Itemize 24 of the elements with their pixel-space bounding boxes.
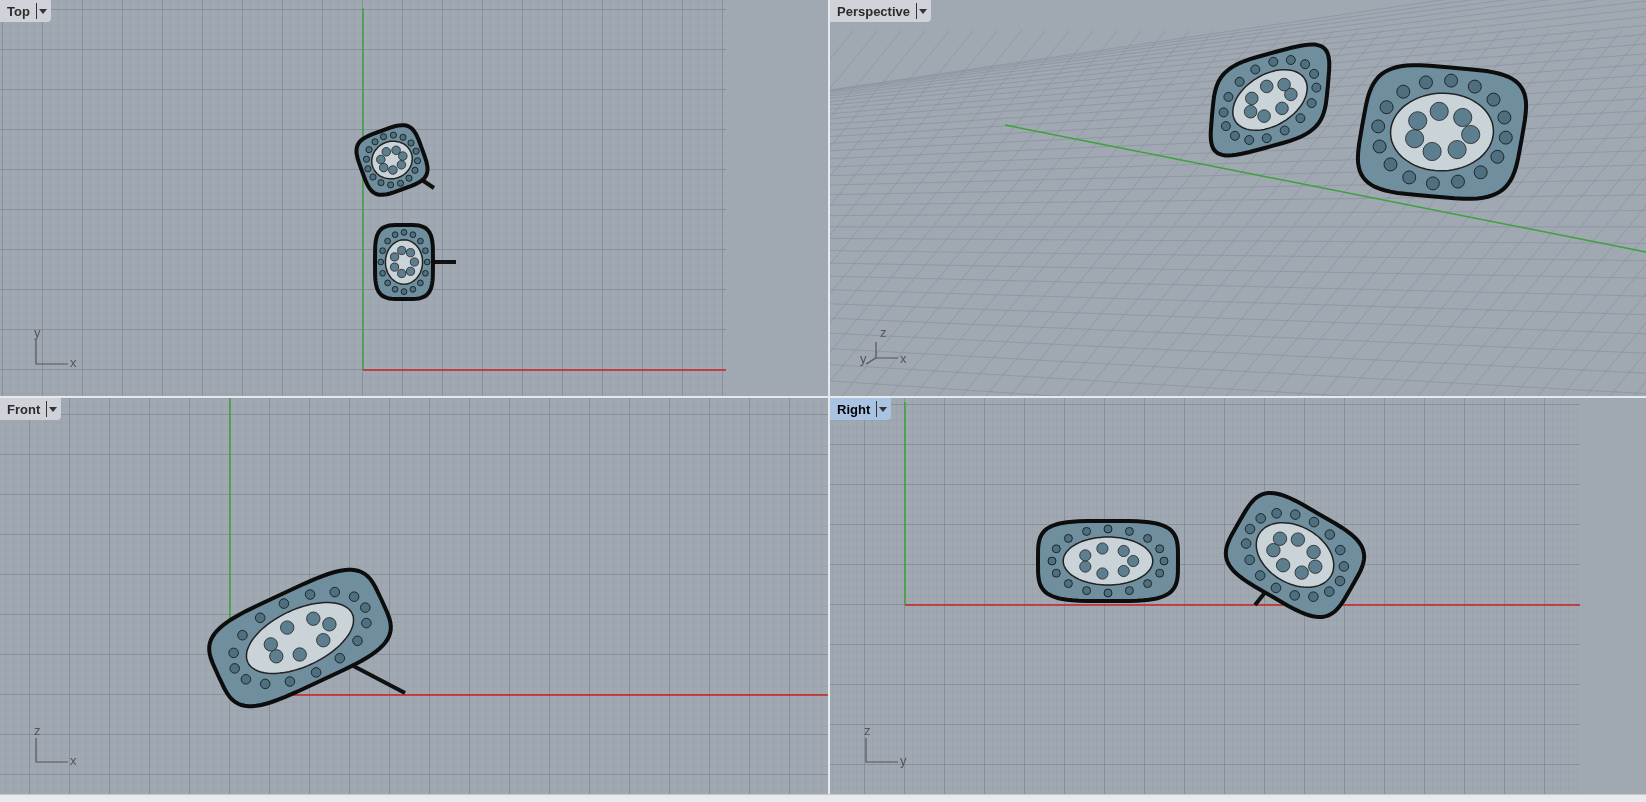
viewport[interactable]: Perspective z y x [830, 0, 1646, 396]
axis-icon [34, 738, 68, 764]
axis-label: y [860, 352, 867, 366]
viewport-tab[interactable]: Perspective [830, 0, 931, 22]
viewport-tab[interactable]: Right [830, 398, 892, 420]
axis-label: x [70, 754, 77, 768]
caret-icon[interactable] [879, 406, 888, 412]
viewport-tab[interactable]: Top [0, 0, 51, 22]
axis-icon [864, 738, 898, 764]
viewport[interactable]: Top y x [0, 0, 828, 396]
viewport[interactable]: Front z x [0, 398, 828, 794]
viewport[interactable]: Right z y [830, 398, 1646, 794]
axis-label: z [880, 326, 887, 340]
axis-label: y [900, 754, 907, 768]
axis-label: x [70, 356, 77, 370]
axis-label: y [34, 326, 41, 340]
axis-label: z [864, 724, 871, 738]
caret-icon[interactable] [49, 406, 58, 412]
caret-icon[interactable] [919, 8, 927, 14]
viewport-tab[interactable]: Front [0, 398, 62, 420]
axis-label: x [900, 352, 907, 366]
caret-icon[interactable] [38, 8, 47, 14]
axis-label: z [34, 724, 41, 738]
axis-icon [34, 340, 68, 366]
